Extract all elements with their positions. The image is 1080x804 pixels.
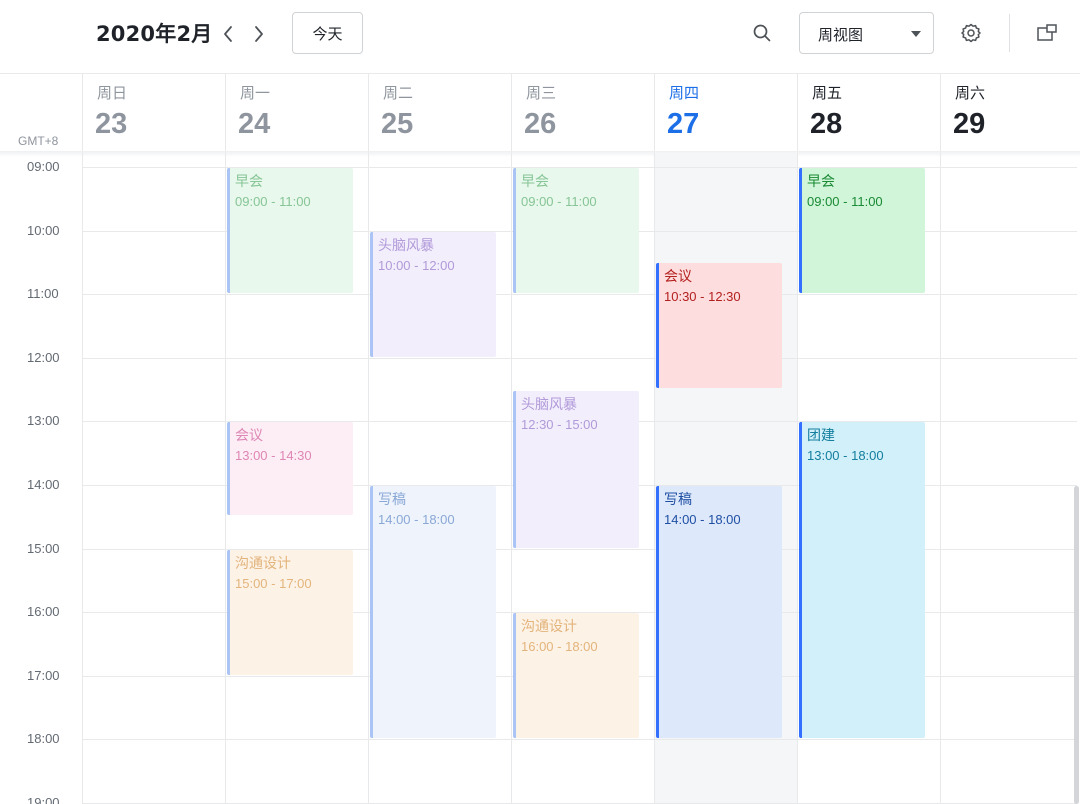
calendar-event[interactable]: 团建 13:00 - 18:00 <box>799 422 925 738</box>
event-title: 写稿 <box>664 492 692 508</box>
event-title: 头脑风暴 <box>521 397 577 413</box>
hour-label: 17:00 <box>27 668 60 683</box>
today-button[interactable]: 今天 <box>292 12 363 54</box>
view-select-value: 周视图 <box>818 26 864 44</box>
next-week-button[interactable] <box>247 22 271 46</box>
calendar-event[interactable]: 早会 09:00 - 11:00 <box>227 168 353 293</box>
event-time: 14:00 - 18:00 <box>378 512 455 527</box>
caret-down-icon <box>911 31 921 37</box>
event-time: 13:00 - 14:30 <box>235 448 312 463</box>
day-header-4[interactable]: 周四 27 <box>654 74 797 154</box>
day-number: 24 <box>238 108 271 140</box>
event-title: 沟通设计 <box>521 619 577 635</box>
hour-label: 13:00 <box>27 413 60 428</box>
event-title: 团建 <box>807 428 835 444</box>
calendar-event[interactable]: 头脑风暴 12:30 - 15:00 <box>513 391 639 548</box>
day-number: 29 <box>953 108 986 140</box>
toolbar: 2020年2月 今天 周视图 <box>0 0 1080 68</box>
day-header-6[interactable]: 周六 29 <box>940 74 1080 154</box>
calendar-event[interactable]: 沟通设计 16:00 - 18:00 <box>513 613 639 738</box>
settings-button[interactable] <box>958 20 984 46</box>
day-number: 28 <box>810 108 843 140</box>
hour-label: 18:00 <box>27 731 60 746</box>
calendar-event[interactable]: 沟通设计 15:00 - 17:00 <box>227 550 353 675</box>
day-column-divider <box>82 153 83 804</box>
hour-label: 16:00 <box>27 604 60 619</box>
day-column-divider <box>225 153 226 804</box>
window-icon <box>1037 24 1057 41</box>
open-window-button[interactable] <box>1034 20 1060 46</box>
search-icon <box>753 24 771 42</box>
event-title: 写稿 <box>378 492 406 508</box>
week-grid[interactable]: 09:00 10:00 11:00 12:00 13:00 14:00 15:00 16:00… <box>0 153 1080 804</box>
day-of-week-label: 周二 <box>383 84 414 102</box>
event-time: 10:00 - 12:00 <box>378 258 455 273</box>
hour-label: 19:00 <box>27 795 60 804</box>
day-column-divider <box>797 153 798 804</box>
calendar-event[interactable]: 写稿 14:00 - 18:00 <box>656 486 782 738</box>
event-time: 09:00 - 11:00 <box>235 194 311 209</box>
chevron-right-icon <box>255 26 263 42</box>
calendar-event[interactable]: 写稿 14:00 - 18:00 <box>370 486 496 738</box>
event-time: 09:00 - 11:00 <box>521 194 597 209</box>
hour-label: 10:00 <box>27 223 60 238</box>
day-column-divider <box>940 153 941 804</box>
calendar-event[interactable]: 会议 10:30 - 12:30 <box>656 263 782 388</box>
event-title: 早会 <box>521 174 549 190</box>
event-time: 10:30 - 12:30 <box>664 289 741 304</box>
hour-label: 12:00 <box>27 350 60 365</box>
timezone-label: GMT+8 <box>18 134 59 148</box>
event-time: 15:00 - 17:00 <box>235 576 312 591</box>
chevron-left-icon <box>224 26 232 42</box>
calendar-event[interactable]: 头脑风暴 10:00 - 12:00 <box>370 232 496 357</box>
view-select[interactable]: 周视图 <box>799 12 934 54</box>
calendar-event[interactable]: 会议 13:00 - 14:30 <box>227 422 353 515</box>
hour-label: 14:00 <box>27 477 60 492</box>
day-of-week-label: 周四 <box>669 84 700 102</box>
hour-label: 09:00 <box>27 159 60 174</box>
event-time: 14:00 - 18:00 <box>664 512 741 527</box>
day-column-divider <box>654 153 655 804</box>
hour-gridline <box>82 294 1077 295</box>
day-of-week-label: 周日 <box>97 84 128 102</box>
event-time: 09:00 - 11:00 <box>807 194 883 209</box>
gear-icon <box>961 23 981 43</box>
day-column-divider <box>511 153 512 804</box>
day-of-week-label: 周一 <box>240 84 271 102</box>
event-time: 16:00 - 18:00 <box>521 639 598 654</box>
scrollbar[interactable] <box>1074 486 1079 804</box>
day-number: 25 <box>381 108 414 140</box>
day-of-week-label: 周六 <box>955 84 986 102</box>
day-number: 27 <box>667 108 700 140</box>
toolbar-divider <box>1009 14 1010 52</box>
day-number: 23 <box>95 108 128 140</box>
calendar-event[interactable]: 早会 09:00 - 11:00 <box>799 168 925 293</box>
event-title: 头脑风暴 <box>378 238 434 254</box>
day-column-divider <box>368 153 369 804</box>
day-of-week-label: 周三 <box>526 84 557 102</box>
hour-gridline <box>82 358 1077 359</box>
event-title: 早会 <box>807 174 835 190</box>
event-time: 12:30 - 15:00 <box>521 417 598 432</box>
event-title: 会议 <box>664 269 692 285</box>
day-header: GMT+8 周日 23 周一 24 周二 25 周三 26 周四 27 周五 28 周六 29 <box>0 73 1080 154</box>
search-button[interactable] <box>749 20 775 46</box>
day-number: 26 <box>524 108 557 140</box>
day-header-0[interactable]: 周日 23 <box>82 74 225 154</box>
event-title: 会议 <box>235 428 263 444</box>
hour-label: 15:00 <box>27 541 60 556</box>
calendar-event[interactable]: 早会 09:00 - 11:00 <box>513 168 639 293</box>
day-header-5[interactable]: 周五 28 <box>797 74 940 154</box>
hour-label: 11:00 <box>27 286 59 301</box>
event-title: 沟通设计 <box>235 556 291 572</box>
prev-week-button[interactable] <box>216 22 240 46</box>
month-title: 2020年2月 <box>96 22 213 46</box>
day-header-2[interactable]: 周二 25 <box>368 74 511 154</box>
hour-gridline <box>82 739 1077 740</box>
day-of-week-label: 周五 <box>812 84 843 102</box>
day-header-3[interactable]: 周三 26 <box>511 74 654 154</box>
event-title: 早会 <box>235 174 263 190</box>
day-header-1[interactable]: 周一 24 <box>225 74 368 154</box>
event-time: 13:00 - 18:00 <box>807 448 884 463</box>
